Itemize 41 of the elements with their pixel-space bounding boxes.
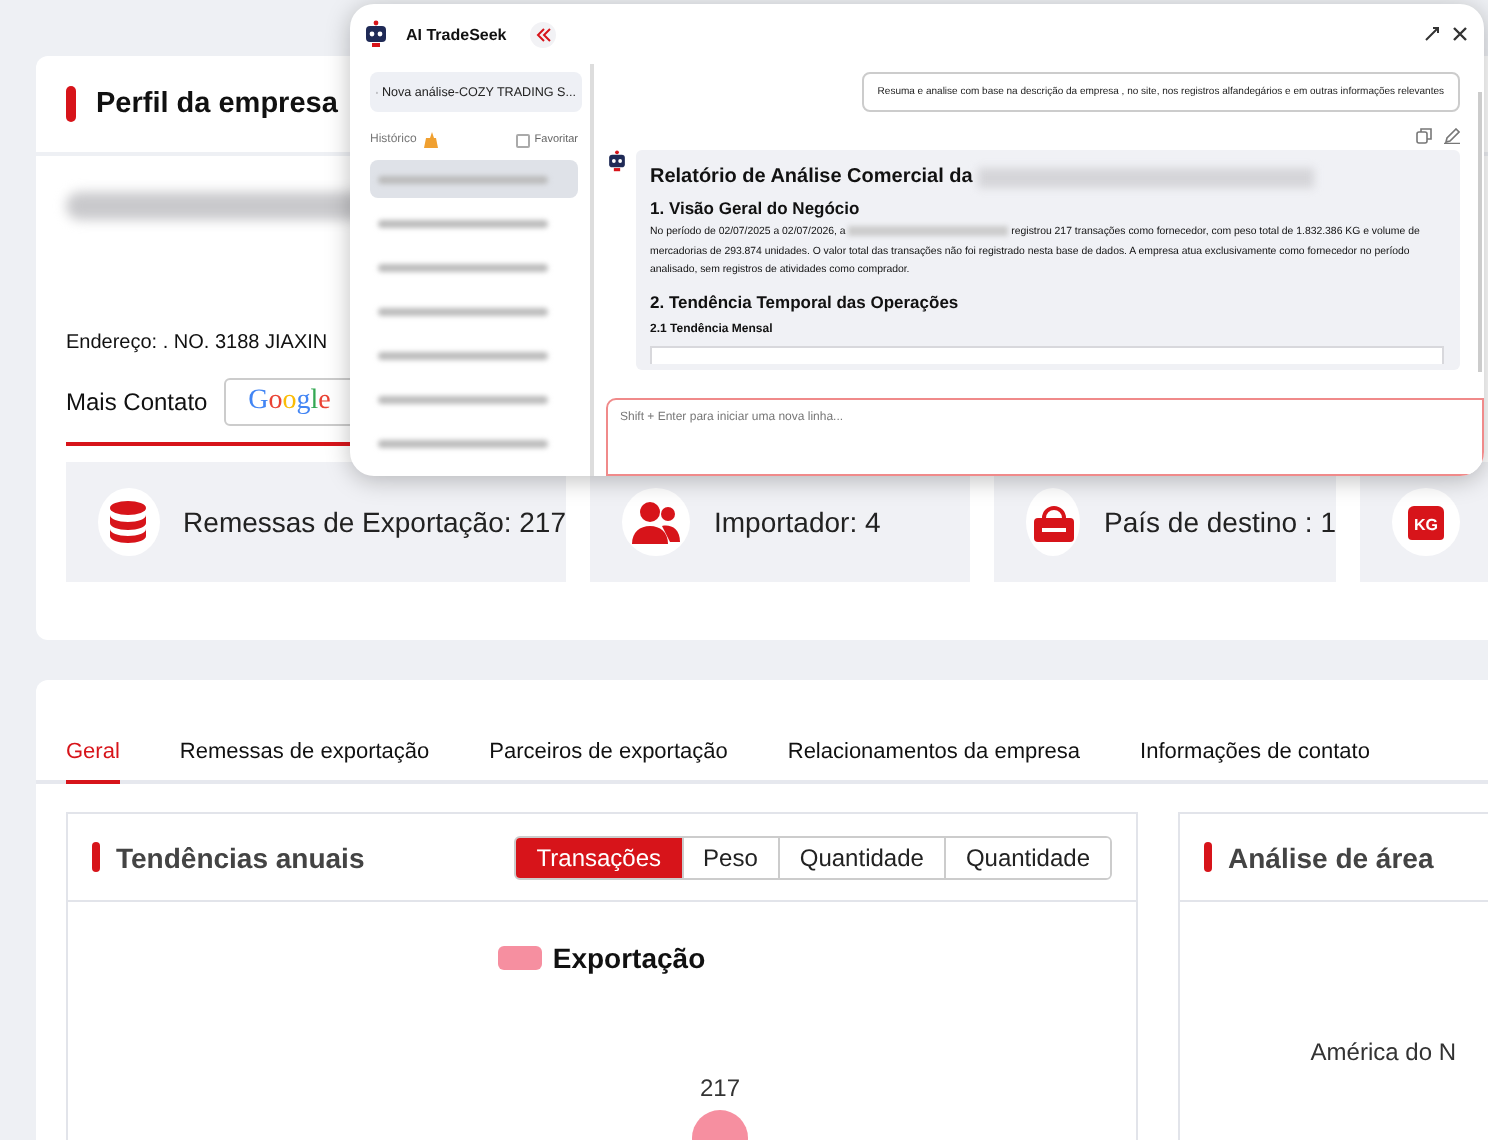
more-contact-label: Mais Contato <box>66 388 208 416</box>
robot-icon <box>362 20 390 48</box>
people-icon <box>632 500 680 544</box>
stat-label: Remessas de Exportação: 217 <box>183 506 566 538</box>
tab[interactable]: Parceiros de exportação <box>489 740 728 784</box>
report-title: Relatório de Análise Comercial da <box>650 166 973 188</box>
panel-title: Análise de área <box>1228 841 1434 873</box>
tab[interactable]: Relacionamentos da empresa <box>787 740 1081 784</box>
report-heading: 2. Tendência Temporal das Operações <box>650 291 961 311</box>
data-label: 217 <box>699 1074 741 1102</box>
broom-icon[interactable] <box>424 132 439 148</box>
database-icon <box>108 500 149 544</box>
google-button[interactable]: Google <box>223 378 356 426</box>
accent-bar <box>66 86 76 122</box>
segment-button[interactable]: Quantidade <box>943 837 1110 877</box>
legend-label: Exportação <box>552 942 706 974</box>
panel-title: Tendências anuais <box>116 841 365 873</box>
tab[interactable]: Informações de contato <box>1140 740 1370 784</box>
close-icon[interactable] <box>1452 26 1468 42</box>
accent-bar <box>92 842 100 872</box>
basket-icon <box>1031 502 1076 542</box>
tab[interactable]: Geral <box>66 740 120 784</box>
weight-icon: KG <box>1408 505 1444 539</box>
stat-label: Importador: 4 <box>714 506 881 538</box>
segment-button[interactable]: Transações <box>516 837 682 877</box>
robot-icon <box>606 150 628 172</box>
window-title: AI TradeSeek <box>406 25 507 43</box>
collapse-button[interactable] <box>530 21 557 47</box>
tab[interactable]: Remessas de exportação <box>179 740 430 784</box>
copy-icon[interactable] <box>1416 128 1432 144</box>
section-title: Perfil da empresa <box>96 88 338 120</box>
stat-label: País de destino : 1 <box>1104 506 1336 538</box>
history-item[interactable] <box>370 160 578 198</box>
accent-bar <box>1204 842 1212 872</box>
legend-swatch <box>498 946 543 970</box>
double-chevron-icon <box>535 27 552 41</box>
address-text: Endereço: . NO. 3188 JIAXIN <box>66 332 330 354</box>
shrink-icon[interactable] <box>1424 26 1440 42</box>
region-label: América do N <box>1310 1038 1456 1070</box>
edit-icon[interactable] <box>1444 128 1460 144</box>
report-heading: 1. Visão Geral do Negócio <box>650 198 862 218</box>
